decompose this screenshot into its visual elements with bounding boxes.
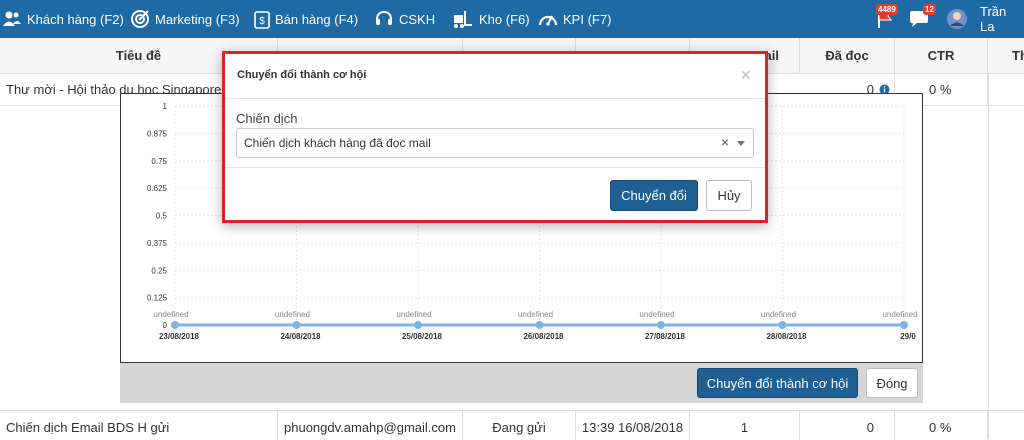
y-tick-label: 0.875: [147, 129, 168, 138]
chevron-down-icon[interactable]: [737, 141, 745, 146]
nav-item-marketing[interactable]: Marketing (F3): [130, 0, 240, 38]
data-point: [414, 321, 422, 329]
chart-footer: Chuyển đổi thành cơ hội Đóng: [120, 363, 923, 403]
headset-icon: [376, 10, 392, 25]
user-name[interactable]: Trần La: [980, 0, 1024, 38]
modal-header: Chuyển đổi thành cơ hội ×: [225, 54, 765, 99]
x-tick-label: 23/08/2018: [159, 332, 200, 341]
campaign-field-label: Chiến dịch: [236, 111, 298, 126]
data-point: [171, 321, 179, 329]
x-tick-label: 27/08/2018: [645, 332, 686, 341]
nav-item-label: Kho (F6): [479, 11, 530, 27]
data-label: undefined: [761, 310, 796, 319]
nav-item-label: Khách hàng (F2): [27, 11, 124, 27]
y-tick-label: 0.75: [151, 157, 167, 166]
data-point: [657, 321, 665, 329]
gauge-icon: [538, 15, 558, 26]
table-row[interactable]: Chiến dịch Email BDS H gửi phuongdv.amah…: [0, 410, 1024, 440]
message-count-badge: 12: [923, 4, 936, 15]
forklift-icon: [454, 11, 472, 28]
x-tick-label: 28/08/2018: [766, 332, 807, 341]
nav-item-label: Marketing (F3): [155, 11, 240, 27]
data-point: [778, 321, 787, 329]
y-tick-label: 0.5: [156, 212, 168, 221]
nav-item-cskh[interactable]: CSKH: [374, 0, 435, 38]
close-icon[interactable]: ×: [740, 66, 751, 84]
top-nav-bar: Khách hàng (F2) Marketing (F3) $ Bán hàn…: [0, 0, 1024, 38]
dollar-bag-icon: $: [254, 11, 270, 29]
convert-opportunity-modal: Chuyển đổi thành cơ hội × Chiến dịch Chi…: [222, 51, 768, 223]
data-label: undefined: [153, 310, 188, 319]
data-label: undefined: [518, 310, 553, 319]
cell-time: 13:39 16/08/2018: [576, 411, 690, 440]
x-tick-label: 26/08/2018: [523, 332, 564, 341]
nav-item-kpi[interactable]: KPI (F7): [538, 0, 611, 38]
cell-read: 0: [800, 411, 895, 440]
y-tick-label: 1: [163, 102, 168, 111]
x-tick-label: 29/0: [900, 332, 916, 341]
nav-item-customers[interactable]: Khách hàng (F2): [2, 0, 124, 38]
avatar-icon: [947, 9, 967, 29]
cell-sent: 1: [690, 411, 800, 440]
convert-button[interactable]: Chuyển đổi: [610, 180, 698, 211]
close-button[interactable]: Đóng: [866, 368, 918, 398]
x-tick-label: 25/08/2018: [402, 332, 443, 341]
x-tick-label: 24/08/2018: [280, 332, 321, 341]
data-label: undefined: [639, 310, 674, 319]
cell-status: Đang gửi: [463, 411, 576, 440]
users-icon: [3, 11, 21, 26]
cancel-button[interactable]: Hủy: [706, 180, 752, 211]
nav-item-warehouse[interactable]: Kho (F6): [452, 0, 530, 38]
data-point: [535, 321, 544, 329]
svg-text:$: $: [259, 16, 265, 27]
data-label: undefined: [275, 310, 310, 319]
column-header-last[interactable]: Th: [988, 38, 1024, 74]
nav-item-label: KPI (F7): [563, 11, 612, 27]
clear-selection-icon[interactable]: ×: [721, 134, 729, 150]
user-avatar[interactable]: [946, 0, 968, 38]
nav-item-label: Bán hàng (F4): [275, 11, 359, 27]
y-tick-label: 0.375: [147, 239, 168, 248]
cell-sender: phuongdv.amahp@gmail.com: [278, 411, 463, 440]
target-icon: [131, 10, 149, 28]
data-point: [292, 321, 301, 329]
y-tick-label: 0.625: [147, 184, 168, 193]
column-divider: [988, 74, 989, 439]
user-name-label: Trần La: [980, 4, 1007, 34]
y-tick-label: 0.125: [147, 294, 168, 303]
campaign-select-value: Chiến dịch khách hàng đã đọc mail: [244, 136, 431, 150]
column-header-read[interactable]: Đã đọc: [800, 38, 895, 74]
y-tick-label: 0: [163, 321, 168, 330]
data-label: undefined: [882, 310, 917, 319]
cell-ctr: 0 %: [895, 411, 988, 440]
column-header-ctr[interactable]: CTR: [895, 38, 988, 74]
y-tick-label: 0.25: [151, 266, 167, 275]
nav-item-label: CSKH: [399, 11, 436, 27]
modal-title: Chuyển đổi thành cơ hội: [237, 69, 367, 81]
campaign-select[interactable]: Chiến dịch khách hàng đã đọc mail ×: [236, 128, 754, 158]
data-point: [900, 321, 908, 329]
notification-count-badge: 4489: [876, 4, 898, 15]
convert-to-opportunity-button[interactable]: Chuyển đổi thành cơ hội: [697, 368, 858, 398]
modal-divider: [225, 167, 765, 168]
nav-item-sales[interactable]: $ Bán hàng (F4): [254, 0, 358, 38]
data-label: undefined: [396, 310, 431, 319]
cell-title: Chiến dịch Email BDS H gửi: [0, 411, 278, 440]
